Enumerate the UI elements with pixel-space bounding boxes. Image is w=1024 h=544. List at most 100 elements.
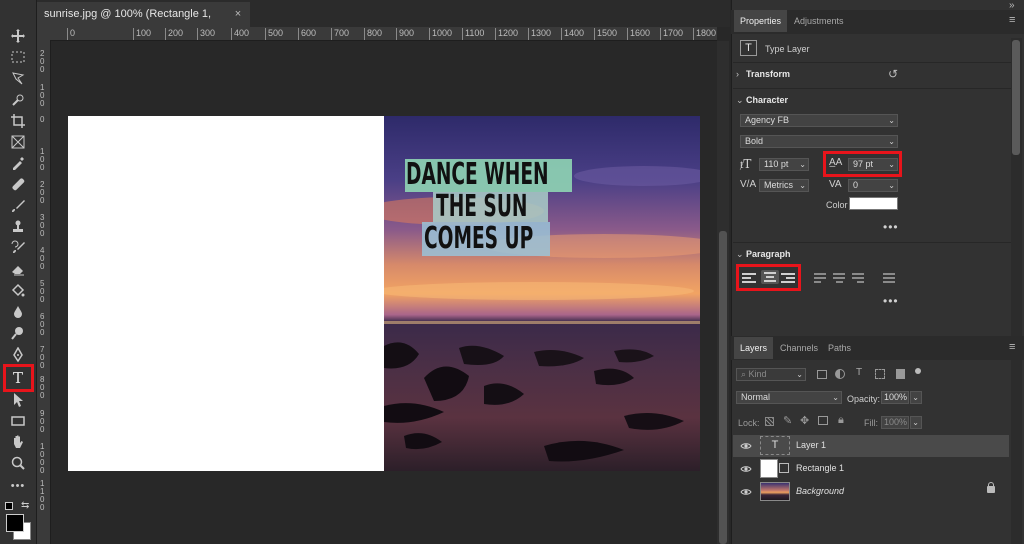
panel-menu-icon[interactable]: ≡ xyxy=(1009,14,1015,26)
foreground-color-swatch[interactable] xyxy=(6,514,24,532)
filter-adjustment-icon[interactable] xyxy=(835,369,845,379)
healing-brush-tool-icon[interactable] xyxy=(6,174,30,194)
divider xyxy=(733,242,1011,243)
fill-field[interactable]: 100% xyxy=(881,416,909,429)
tab-channels[interactable]: Channels xyxy=(774,337,824,359)
frame-tool-icon[interactable] xyxy=(6,132,30,152)
font-family-select[interactable]: Agency FB ⌄ xyxy=(740,114,898,127)
vertical-ruler[interactable]: 200 100 0 100 200 300 400 500 600 700 80… xyxy=(37,40,51,544)
layers-menu-icon[interactable]: ≡ xyxy=(1009,341,1015,353)
move-tool-icon[interactable] xyxy=(6,26,30,46)
character-section-header[interactable]: ⌄ Character xyxy=(736,95,788,106)
paint-bucket-tool-icon[interactable] xyxy=(6,281,30,301)
visibility-eye-icon[interactable] xyxy=(740,440,752,452)
path-selection-tool-icon[interactable] xyxy=(6,390,30,410)
text-color-swatch[interactable] xyxy=(849,197,898,210)
visibility-eye-icon[interactable] xyxy=(740,486,752,498)
reset-transform-icon[interactable]: ↺ xyxy=(888,67,898,81)
lock-artboard-icon[interactable] xyxy=(818,416,828,425)
lock-transparent-icon[interactable] xyxy=(765,417,774,426)
paragraph-more-icon[interactable]: ••• xyxy=(883,294,899,308)
ruler-tick-label: 1000 xyxy=(40,442,45,475)
pen-tool-icon[interactable] xyxy=(6,345,30,365)
ruler-tick-label: 400 xyxy=(230,28,250,40)
hand-tool-icon[interactable] xyxy=(6,432,30,452)
ruler-tick-label: 1300 xyxy=(527,28,552,40)
filter-pixel-icon[interactable] xyxy=(817,370,827,379)
transform-section-header[interactable]: › Transform xyxy=(736,69,790,79)
opacity-field[interactable]: 100% xyxy=(881,391,909,404)
lock-position-icon[interactable]: ✥ xyxy=(800,414,809,427)
align-left-icon[interactable] xyxy=(742,271,758,285)
tracking-value: 0 xyxy=(853,180,859,190)
fill-dropdown[interactable]: ⌄ xyxy=(910,416,922,429)
ruler-tick-label: 800 xyxy=(363,28,383,40)
rectangle-tool-icon[interactable] xyxy=(6,411,30,431)
opacity-dropdown[interactable]: ⌄ xyxy=(910,391,922,404)
tab-adjustments[interactable]: Adjustments xyxy=(788,10,850,32)
tab-layers[interactable]: Layers xyxy=(734,337,774,359)
font-size-icon: ⱦT xyxy=(740,157,752,171)
document-tab[interactable]: sunrise.jpg @ 100% (Rectangle 1, RGB/8#)… xyxy=(37,2,250,45)
zoom-tool-icon[interactable] xyxy=(6,453,30,473)
ruler-tick-label: 1400 xyxy=(560,28,585,40)
horizontal-ruler[interactable]: 0 100 200 300 400 500 600 700 800 900 10… xyxy=(51,27,717,41)
clone-stamp-tool-icon[interactable] xyxy=(6,217,30,237)
ruler-tick-label: 900 xyxy=(395,28,415,40)
visibility-eye-icon[interactable] xyxy=(740,463,752,475)
eyedropper-tool-icon[interactable] xyxy=(6,153,30,173)
sunrise-photo[interactable]: DANCE WHEN THE SUN COMES UP xyxy=(384,116,700,471)
align-center-icon[interactable] xyxy=(761,270,779,284)
swap-colors-icon[interactable]: ⇆ xyxy=(21,500,29,511)
kerning-icon: V/A xyxy=(740,179,757,190)
justify-last-left-icon[interactable] xyxy=(814,271,830,285)
kerning-select[interactable]: Metrics ⌄ xyxy=(759,179,809,192)
filter-type-icon[interactable]: T xyxy=(856,367,862,378)
quick-select-tool-icon[interactable] xyxy=(6,90,30,110)
ruler-tick-label: 200 xyxy=(40,180,45,205)
canvas-scroll-thumb[interactable] xyxy=(719,231,727,544)
leading-field[interactable]: 97 pt ⌄ xyxy=(848,158,898,171)
crop-tool-icon[interactable] xyxy=(6,111,30,131)
ruler-tick-label: 700 xyxy=(40,345,45,370)
brush-tool-icon[interactable] xyxy=(6,196,30,216)
lock-all-icon[interactable]: 🔒︎ xyxy=(838,414,844,427)
justify-last-center-icon[interactable] xyxy=(833,271,849,285)
default-colors-icon[interactable] xyxy=(5,502,13,510)
paragraph-section-header[interactable]: ⌄ Paragraph xyxy=(736,249,791,260)
tab-paths[interactable]: Paths xyxy=(822,337,857,359)
font-style-select[interactable]: Bold ⌄ xyxy=(740,135,898,148)
blur-tool-icon[interactable] xyxy=(6,302,30,322)
chevron-down-icon: ⌄ xyxy=(888,181,895,190)
ruler-tick-label: 100 xyxy=(132,28,152,40)
font-size-field[interactable]: 110 pt ⌄ xyxy=(759,158,809,171)
filter-toggle-icon[interactable] xyxy=(915,368,921,374)
more-tools-icon[interactable]: ••• xyxy=(6,476,30,496)
filter-smart-object-icon[interactable] xyxy=(896,369,905,379)
align-right-icon[interactable] xyxy=(781,271,797,285)
type-tool-icon[interactable]: T xyxy=(6,368,30,388)
justify-all-icon[interactable] xyxy=(883,271,899,285)
tab-properties[interactable]: Properties xyxy=(734,10,788,32)
eraser-tool-icon[interactable] xyxy=(6,259,30,279)
blend-mode-select[interactable]: Normal ⌄ xyxy=(736,391,842,404)
collapse-panels-icon[interactable]: » xyxy=(1009,0,1015,11)
ruler-origin[interactable] xyxy=(37,27,51,40)
layer-row-layer-1[interactable]: T Layer 1 xyxy=(733,435,1009,457)
dodge-tool-icon[interactable] xyxy=(6,323,30,343)
lock-image-icon[interactable]: ✎ xyxy=(783,414,792,427)
character-more-icon[interactable]: ••• xyxy=(883,220,899,234)
filter-shape-icon[interactable] xyxy=(875,369,885,379)
layer-row-rectangle-1[interactable]: Rectangle 1 xyxy=(733,458,1009,480)
properties-scroll-thumb[interactable] xyxy=(1012,40,1020,155)
justify-last-right-icon[interactable] xyxy=(852,271,868,285)
rectangle-1-shape[interactable] xyxy=(68,116,384,471)
marquee-tool-icon[interactable] xyxy=(6,47,30,67)
lasso-tool-icon[interactable] xyxy=(6,68,30,88)
layer-row-background[interactable]: Background xyxy=(733,481,1009,503)
layers-scrollbar[interactable] xyxy=(1011,360,1022,544)
close-document-icon[interactable]: × xyxy=(232,8,244,20)
layer-kind-filter[interactable]: ⌕ Kind ⌄ xyxy=(736,368,806,381)
history-brush-tool-icon[interactable] xyxy=(6,238,30,258)
tracking-field[interactable]: 0 ⌄ xyxy=(848,179,898,192)
